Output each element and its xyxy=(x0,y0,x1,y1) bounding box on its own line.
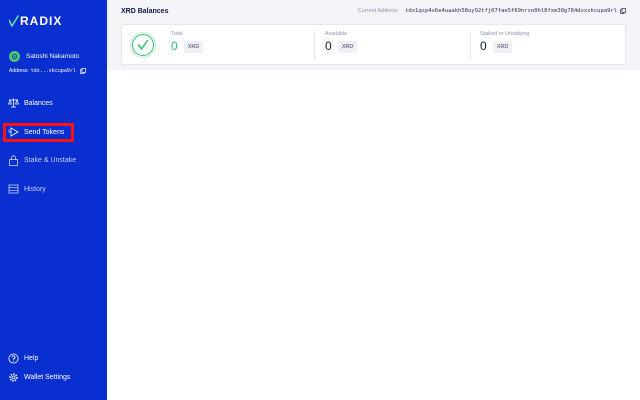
history-icon xyxy=(8,184,19,194)
radix-logo[interactable]: RADIX xyxy=(9,14,62,28)
user-address: Address: tdx...skcupa9rl xyxy=(9,68,86,74)
nav-label-stake-unstake: Stake & Unstake xyxy=(24,156,77,164)
avatar xyxy=(9,51,20,62)
nav-item-history[interactable]: History xyxy=(8,182,46,196)
nav-label-wallet-settings: Wallet Settings xyxy=(24,373,71,381)
stat-total-label: Total xyxy=(171,31,183,37)
stat-staked-unit: XRD xyxy=(492,40,513,53)
radix-logo-icon xyxy=(9,15,19,27)
user-profile[interactable]: Satoshi Nakamoto xyxy=(9,51,79,62)
nav-item-balances[interactable]: Balances xyxy=(8,96,53,110)
balance-status-badge xyxy=(130,32,156,58)
divider xyxy=(470,31,471,60)
stat-available-value: 0 xyxy=(325,39,332,53)
current-address-value: tdx1qsp4x6e4uaakh58uy92tfj07fae5f69nrsn0… xyxy=(405,8,617,14)
stat-available-label: Available xyxy=(325,31,348,37)
nav-label-help: Help xyxy=(24,354,39,362)
copy-current-address-icon[interactable] xyxy=(620,8,626,14)
stat-staked-value: 0 xyxy=(480,39,487,53)
current-address: Current Address: tdx1qsp4x6e4uaakh58uy92… xyxy=(358,8,626,14)
stat-staked: Staked or Unstaking 0 XRD xyxy=(480,31,530,53)
stat-staked-label: Staked or Unstaking xyxy=(480,31,530,37)
stat-total: Total 0 XRD xyxy=(171,31,204,53)
page-title: XRD Balances xyxy=(121,8,169,15)
lock-icon xyxy=(9,154,18,166)
nav-label-balances: Balances xyxy=(24,99,53,107)
stat-available: Available 0 XRD xyxy=(325,31,358,53)
gear-icon xyxy=(9,372,18,382)
copy-address-icon[interactable] xyxy=(80,68,86,74)
nav-item-help[interactable]: Help xyxy=(8,351,38,365)
user-name: Satoshi Nakamoto xyxy=(26,53,80,60)
divider xyxy=(314,31,315,60)
balances-card: Total 0 XRD Available 0 XRD Staked or Un… xyxy=(121,24,626,65)
address-value: tdx...skcupa9rl xyxy=(30,68,76,74)
nav-label-history: History xyxy=(24,185,46,193)
stat-total-unit: XRD xyxy=(183,40,204,53)
user-avatar-icon xyxy=(11,53,18,60)
logo-text: RADIX xyxy=(20,14,63,28)
address-label: Address: xyxy=(9,68,29,74)
nav-item-wallet-settings[interactable]: Wallet Settings xyxy=(8,370,70,384)
send-tokens-highlight xyxy=(3,123,74,142)
scale-icon xyxy=(8,98,19,108)
check-icon xyxy=(137,39,149,50)
sidebar: RADIX Satoshi Nakamoto Address: tdx...sk… xyxy=(0,0,107,400)
stat-total-value: 0 xyxy=(171,39,178,53)
nav-item-stake-unstake[interactable]: Stake & Unstake xyxy=(8,153,76,167)
help-icon xyxy=(8,353,19,363)
current-address-label: Current Address: xyxy=(357,8,400,14)
main-content xyxy=(107,70,640,400)
stat-available-unit: XRD xyxy=(337,40,358,53)
